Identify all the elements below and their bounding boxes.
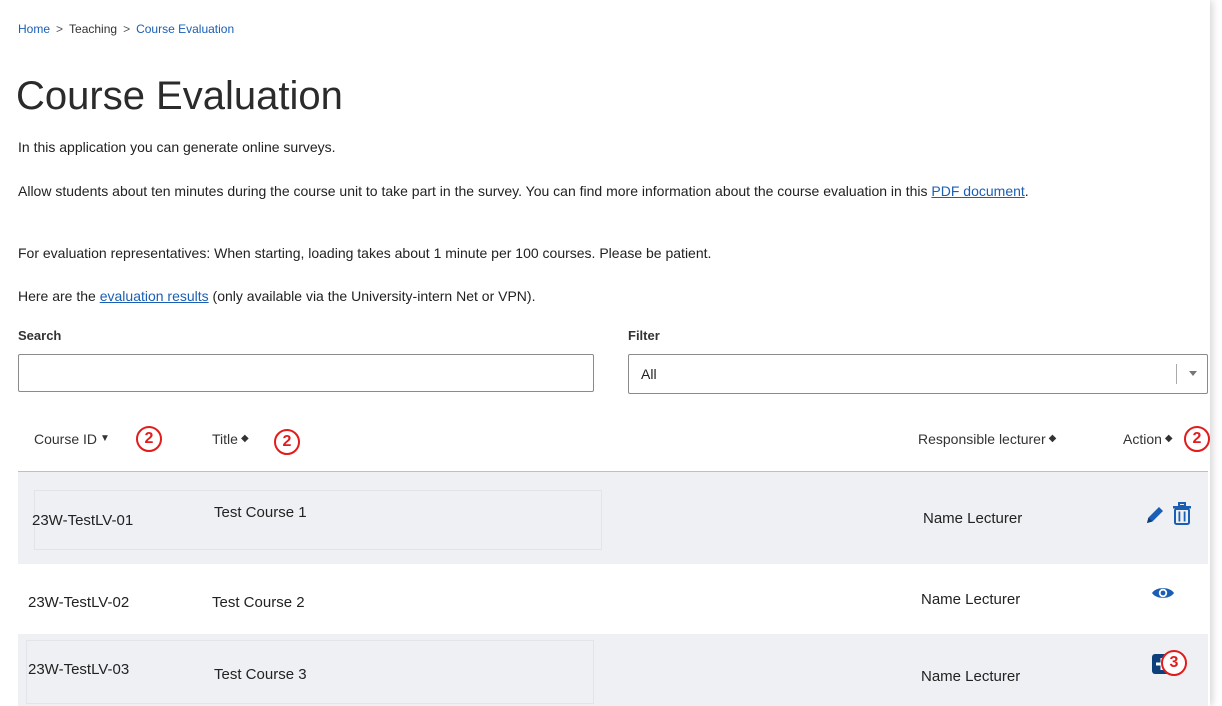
cell-title: Test Course 2	[212, 594, 305, 611]
annotation-badge-2: 2	[274, 429, 300, 455]
sort-icon[interactable]: ◆	[241, 434, 249, 444]
annotation-badge-3: 3	[1161, 650, 1187, 676]
intro-paragraph-4-end: (only available via the University-inter…	[208, 288, 536, 304]
search-label: Search	[18, 328, 62, 343]
sort-desc-icon[interactable]: ▼	[100, 434, 110, 444]
column-header-course-id-label: Course ID	[34, 431, 98, 447]
pencil-icon[interactable]	[1144, 504, 1166, 526]
cell-course-id: 23W-TestLV-02	[28, 594, 130, 611]
breadcrumb-separator: >	[56, 22, 64, 36]
column-header-title[interactable]: Title ◆	[212, 431, 249, 447]
cell-title: Test Course 1	[214, 504, 307, 521]
search-input[interactable]	[18, 354, 594, 392]
cell-course-id: 23W-TestLV-03	[28, 661, 130, 678]
filter-selected-value: All	[641, 366, 657, 382]
page-frame: Home > Teaching > Course Evaluation Course E…	[0, 0, 1210, 706]
table-row[interactable]: 23W-TestLV-03 Test Course 3 Name Lecture…	[18, 634, 1208, 706]
eye-icon[interactable]	[1151, 585, 1175, 601]
filter-select[interactable]: All	[628, 354, 1208, 394]
column-header-lecturer-label: Responsible lecturer	[918, 431, 1046, 447]
column-header-lecturer[interactable]: Responsible lecturer ◆	[918, 431, 1056, 447]
intro-paragraph-4-start: Here are the	[18, 288, 100, 304]
breadcrumb-teaching[interactable]: Teaching	[69, 22, 117, 36]
cell-lecturer: Name Lecturer	[921, 591, 1021, 608]
filter-label: Filter	[628, 328, 660, 343]
table-row[interactable]: 23W-TestLV-02 Test Course 2 Name Lecture…	[18, 564, 1208, 634]
breadcrumb: Home > Teaching > Course Evaluation	[18, 22, 234, 36]
filter-divider	[1176, 364, 1177, 384]
intro-paragraph-2-text: Allow students about ten minutes during …	[18, 183, 932, 199]
column-header-title-label: Title	[212, 431, 238, 447]
intro-paragraph-3: For evaluation representatives: When sta…	[18, 245, 712, 261]
intro-paragraph-4: Here are the evaluation results (only av…	[18, 286, 1193, 306]
column-header-action-label: Action	[1123, 431, 1162, 447]
breadcrumb-home[interactable]: Home	[18, 22, 50, 36]
table-row[interactable]: 23W-TestLV-01 Test Course 1 Name Lecture…	[18, 472, 1208, 564]
chevron-down-icon[interactable]	[1189, 371, 1197, 376]
annotation-badge-2: 2	[136, 426, 162, 452]
column-header-action[interactable]: Action ◆	[1123, 431, 1173, 447]
pdf-document-link[interactable]: PDF document	[931, 183, 1024, 199]
trash-icon[interactable]	[1172, 502, 1192, 526]
intro-paragraph-1: In this application you can generate onl…	[18, 139, 336, 155]
intro-paragraph-2: Allow students about ten minutes during …	[18, 181, 1193, 201]
annotation-badge-2: 2	[1184, 426, 1210, 452]
breadcrumb-separator: >	[123, 22, 131, 36]
sort-icon[interactable]: ◆	[1165, 434, 1173, 444]
evaluation-results-link[interactable]: evaluation results	[100, 288, 209, 304]
sort-icon[interactable]: ◆	[1049, 434, 1057, 444]
column-header-course-id[interactable]: Course ID ▼	[34, 431, 110, 447]
breadcrumb-current[interactable]: Course Evaluation	[136, 22, 234, 36]
page-title: Course Evaluation	[16, 74, 343, 118]
cell-course-id: 23W-TestLV-01	[32, 512, 134, 529]
cell-lecturer: Name Lecturer	[921, 668, 1021, 685]
cell-lecturer: Name Lecturer	[923, 510, 1023, 527]
intro-paragraph-2-end: .	[1024, 183, 1029, 199]
cell-title: Test Course 3	[214, 666, 307, 683]
